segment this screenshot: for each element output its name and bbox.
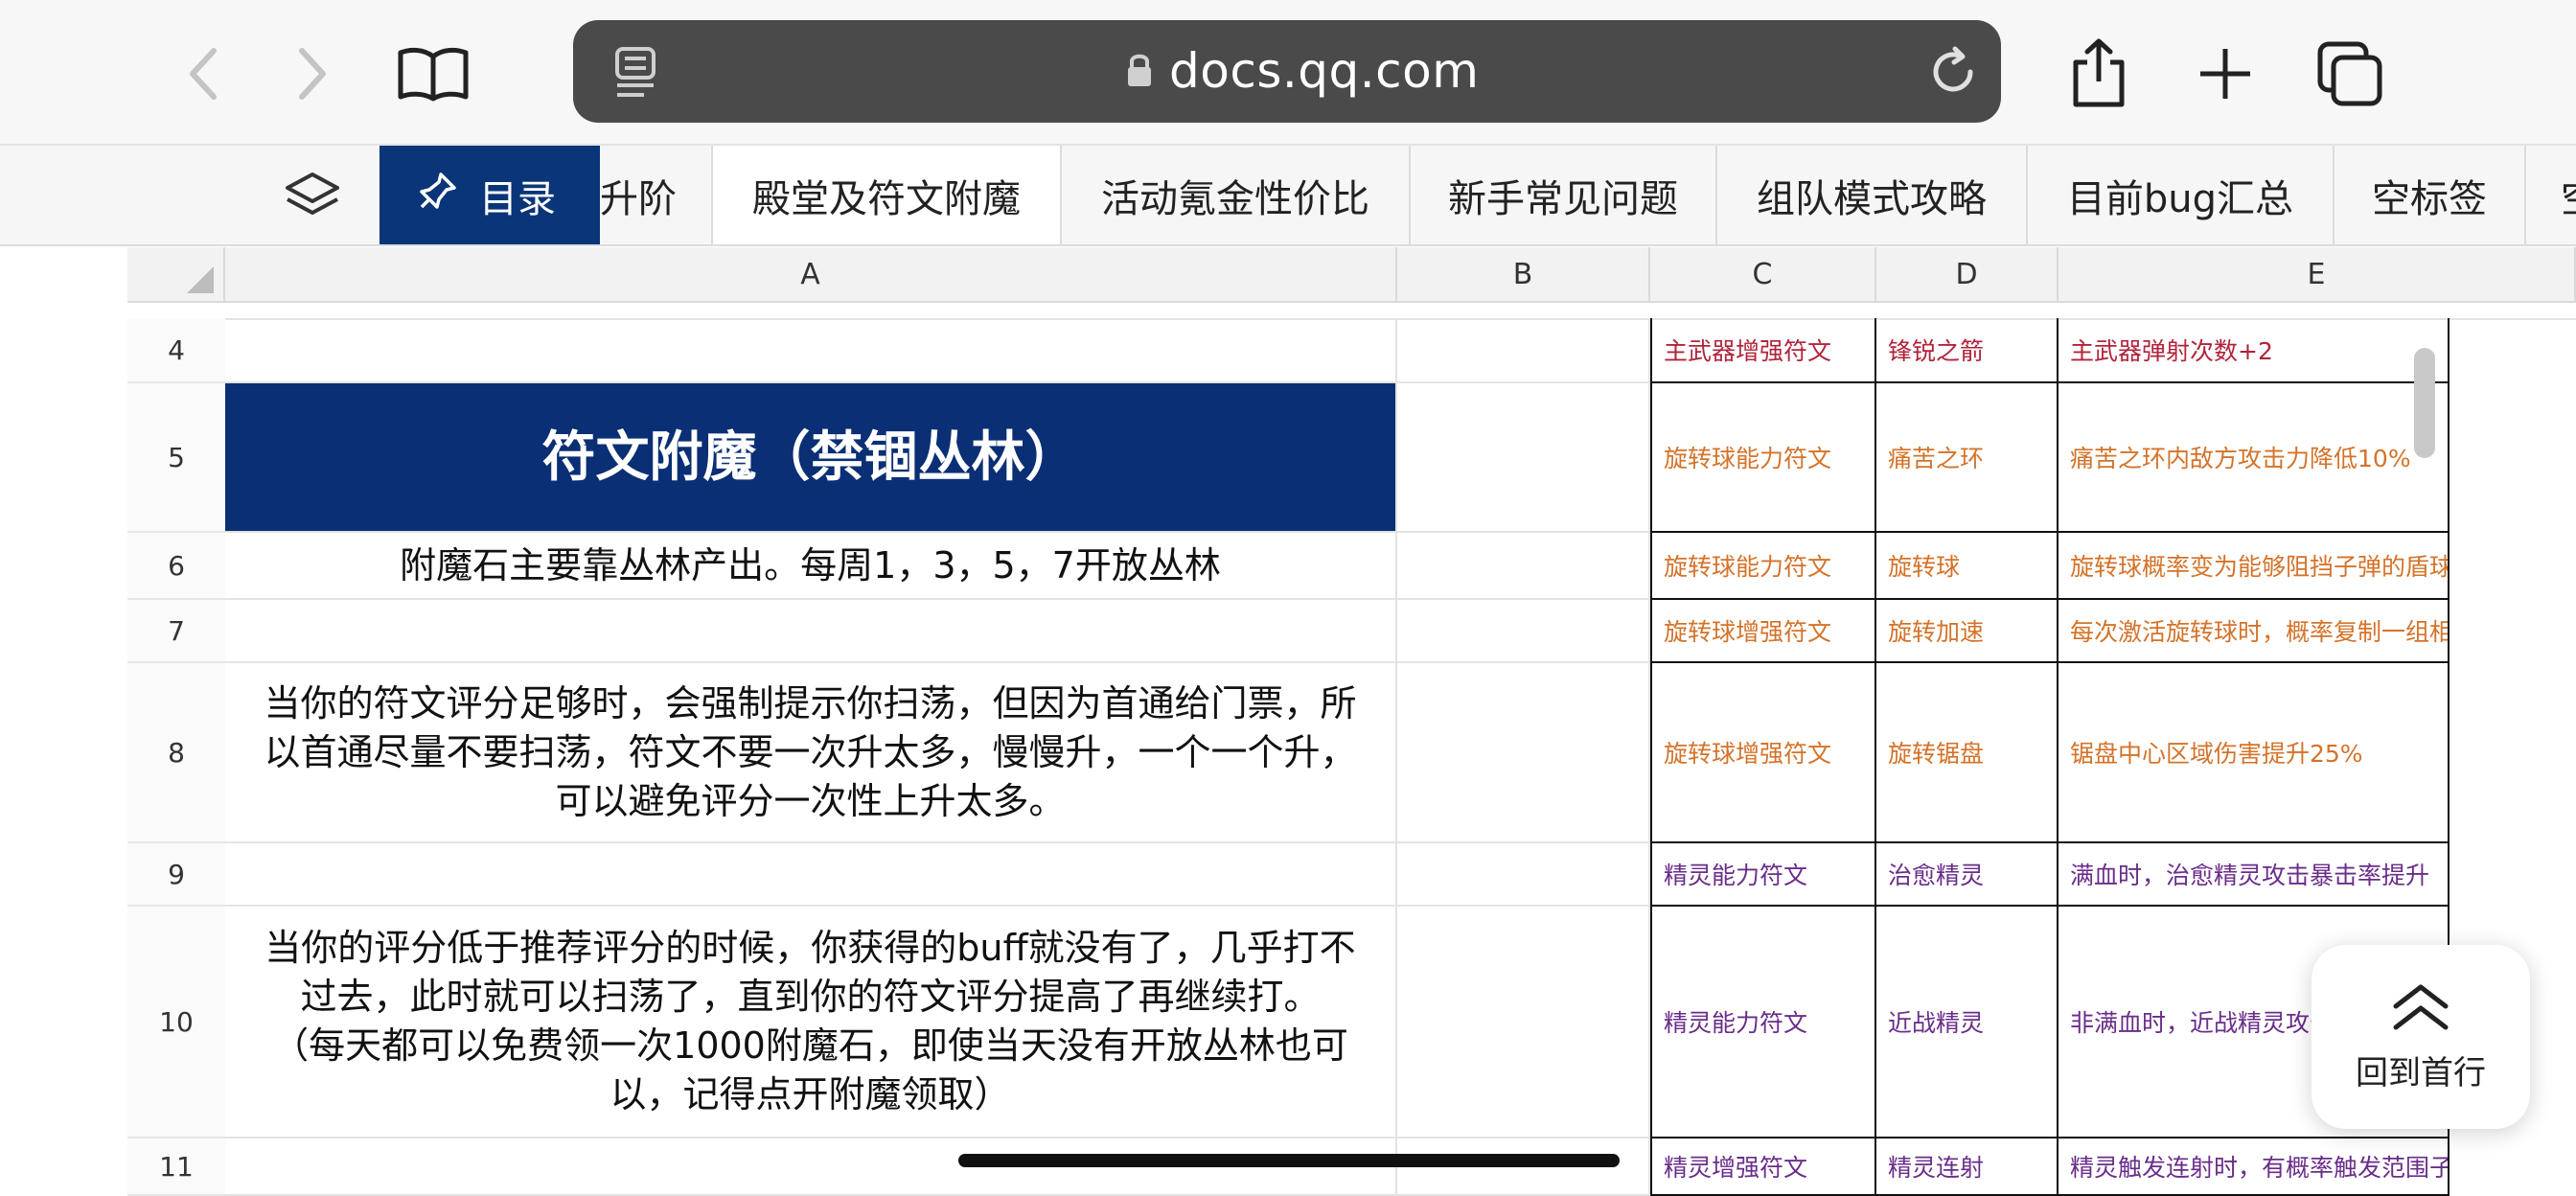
- cell-d[interactable]: 痛苦之环: [1876, 383, 2058, 533]
- tab-spending-value[interactable]: 活动氪金性价比: [1062, 146, 1411, 244]
- sheet-tabs-bar: 升阶 目录 殿堂及符文附魔 活动氪金性价比 新手常见问题 组队模式攻略 目前bu…: [0, 146, 2576, 246]
- home-indicator: [958, 1154, 1620, 1167]
- cell-a[interactable]: 当你的评分低于推荐评分的时候，你获得的buff就没有了，几乎打不过去，此时就可以…: [225, 907, 1397, 1138]
- column-header-b[interactable]: B: [1397, 247, 1650, 303]
- vertical-scrollbar[interactable]: [2414, 348, 2435, 458]
- cell-e[interactable]: 旋转球概率变为能够阻挡子弹的盾球: [2058, 533, 2450, 600]
- cell-e[interactable]: 痛苦之环内敌方攻击力降低10%: [2058, 383, 2450, 533]
- cell-c[interactable]: 旋转球增强符文: [1650, 600, 1876, 663]
- cell-c[interactable]: 精灵增强符文: [1650, 1138, 1876, 1196]
- section-title-cell[interactable]: 符文附魔（禁锢丛林）: [225, 383, 1397, 533]
- back-to-top-label: 回到首行: [2356, 1053, 2486, 1092]
- row-number[interactable]: 11: [127, 1138, 225, 1196]
- column-header-a[interactable]: A: [225, 247, 1397, 303]
- cell-d[interactable]: 旋转球: [1876, 533, 2058, 600]
- tab-team-guide[interactable]: 组队模式攻略: [1717, 146, 2028, 244]
- toc-button[interactable]: 目录: [380, 146, 600, 244]
- cell-e[interactable]: 锯盘中心区域伤害提升25%: [2058, 663, 2450, 843]
- cell-b[interactable]: [1397, 843, 1650, 907]
- pin-icon: [418, 171, 458, 220]
- cell-b[interactable]: [1397, 1138, 1650, 1196]
- row-number[interactable]: 5: [127, 383, 225, 533]
- row-number[interactable]: 7: [127, 600, 225, 663]
- tab-bug-list[interactable]: 目前bug汇总: [2028, 146, 2334, 244]
- url-text[interactable]: docs.qq.com: [1169, 43, 1479, 99]
- tab-newbie-faq[interactable]: 新手常见问题: [1411, 146, 1717, 244]
- row-number[interactable]: 9: [127, 843, 225, 907]
- cell-a[interactable]: [225, 318, 1397, 383]
- cell-c[interactable]: 精灵能力符文: [1650, 907, 1876, 1138]
- select-all-corner[interactable]: [127, 247, 225, 303]
- column-header-c[interactable]: C: [1650, 247, 1876, 303]
- bookmarks-icon[interactable]: [395, 40, 472, 107]
- cell-e[interactable]: 精灵触发连射时，有概率触发范围子弹: [2058, 1138, 2450, 1196]
- cell-c[interactable]: 主武器增强符文: [1650, 318, 1876, 383]
- tab-empty[interactable]: 空标签: [2334, 146, 2526, 244]
- cell-a[interactable]: [225, 1138, 1397, 1196]
- cell-a[interactable]: [225, 600, 1397, 663]
- toc-label: 目录: [479, 176, 556, 221]
- cell-a[interactable]: 当你的符文评分足够时，会强制提示你扫荡，但因为首通给门票，所以首通尽量不要扫荡，…: [225, 663, 1397, 843]
- cell-c[interactable]: 旋转球能力符文: [1650, 533, 1876, 600]
- cell-d[interactable]: 旋转加速: [1876, 600, 2058, 663]
- cell-b[interactable]: [1397, 383, 1650, 533]
- layers-icon[interactable]: [284, 169, 341, 226]
- row-number[interactable]: 10: [127, 907, 225, 1138]
- cell-c[interactable]: 旋转球能力符文: [1650, 383, 1876, 533]
- back-icon[interactable]: [171, 40, 238, 107]
- column-header-d[interactable]: D: [1876, 247, 2058, 303]
- new-tab-icon[interactable]: [2187, 40, 2264, 107]
- cell-d[interactable]: 近战精灵: [1876, 907, 2058, 1138]
- cell-b[interactable]: [1397, 533, 1650, 600]
- cell-b[interactable]: [1397, 600, 1650, 663]
- cell-b[interactable]: [1397, 663, 1650, 843]
- cell-d[interactable]: 治愈精灵: [1876, 843, 2058, 907]
- cell-b[interactable]: [1397, 907, 1650, 1138]
- cell-e[interactable]: 主武器弹射次数+2: [2058, 318, 2450, 383]
- row-number[interactable]: 6: [127, 533, 225, 600]
- cell-a[interactable]: [225, 843, 1397, 907]
- cell-b[interactable]: [1397, 318, 1650, 383]
- cell-d[interactable]: 锋锐之箭: [1876, 318, 2058, 383]
- forward-icon[interactable]: [278, 40, 345, 107]
- cell-d[interactable]: 精灵连射: [1876, 1138, 2058, 1196]
- cell-e[interactable]: 每次激活旋转球时，概率复制一组相同的旋转球: [2058, 600, 2450, 663]
- row-number[interactable]: 4: [127, 318, 225, 383]
- cell-a[interactable]: 附魔石主要靠丛林产出。每周1，3，5，7开放丛林: [225, 533, 1397, 600]
- cell-c[interactable]: 精灵能力符文: [1650, 843, 1876, 907]
- cell-c[interactable]: 旋转球增强符文: [1650, 663, 1876, 843]
- reload-icon[interactable]: [1926, 45, 1980, 103]
- column-header-e[interactable]: E: [2058, 247, 2576, 303]
- reader-icon[interactable]: [611, 45, 661, 103]
- share-icon[interactable]: [2060, 38, 2137, 107]
- tab-hall-runes[interactable]: 殿堂及符文附魔: [713, 146, 1062, 244]
- tabs-icon[interactable]: [2312, 40, 2388, 107]
- lock-icon: [1125, 51, 1154, 93]
- row-number[interactable]: 8: [127, 663, 225, 843]
- tab-more[interactable]: 空: [2526, 146, 2576, 244]
- address-bar[interactable]: docs.qq.com: [573, 20, 2001, 123]
- tab-upgrade[interactable]: 升阶: [600, 146, 713, 244]
- cell-d[interactable]: 旋转锯盘: [1876, 663, 2058, 843]
- back-to-top-button[interactable]: 回到首行: [2312, 945, 2530, 1129]
- browser-toolbar: docs.qq.com: [0, 0, 2576, 146]
- double-chevron-up-icon: [2390, 981, 2451, 1037]
- cell-e[interactable]: 满血时，治愈精灵攻击暴击率提升: [2058, 843, 2450, 907]
